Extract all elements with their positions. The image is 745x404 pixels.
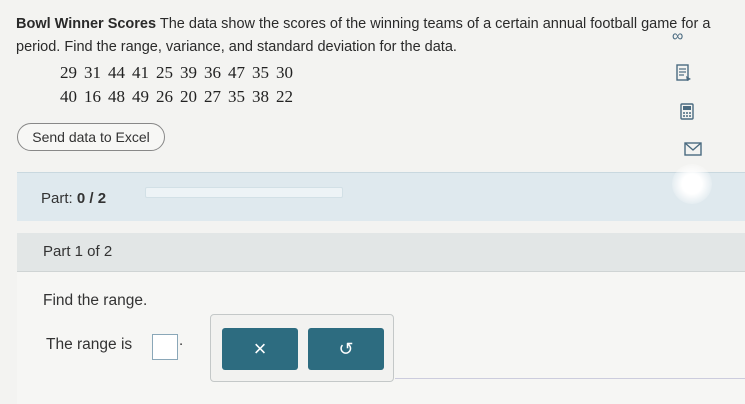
data-value: 44 <box>108 63 125 82</box>
part-progress-bar: Part: 0 / 2 <box>17 172 745 221</box>
data-value: 16 <box>84 87 101 106</box>
part-header: Part 1 of 2 <box>17 233 745 272</box>
data-value: 40 <box>60 87 77 106</box>
data-value: 35 <box>228 87 245 106</box>
data-value: 48 <box>108 87 125 106</box>
progress-track <box>145 187 343 198</box>
part-progress-label: Part: 0 / 2 <box>41 190 106 207</box>
send-to-excel-button[interactable]: Send data to Excel <box>17 123 165 151</box>
data-value: 39 <box>180 63 197 82</box>
data-value: 30 <box>276 63 293 82</box>
data-value: 41 <box>132 63 149 82</box>
notes-icon[interactable] <box>676 64 692 87</box>
answer-label: The range is <box>46 336 133 353</box>
question-area: Find the range. The range is . × ↺ <box>17 272 745 404</box>
clear-button[interactable]: × <box>222 328 298 370</box>
undo-button[interactable]: ↺ <box>308 328 384 370</box>
answer-tools-panel: × ↺ <box>210 314 394 382</box>
data-value: 20 <box>180 87 197 106</box>
data-value: 38 <box>252 87 269 106</box>
calculator-icon[interactable] <box>680 103 694 125</box>
data-value: 26 <box>156 87 173 106</box>
divider <box>395 378 745 379</box>
problem-title: Bowl Winner Scores <box>16 16 157 32</box>
data-value: 31 <box>84 63 101 82</box>
problem-statement: Bowl Winner Scores The data show the sco… <box>16 13 736 59</box>
infinity-icon[interactable]: ∞ <box>672 28 683 46</box>
data-value: 35 <box>252 63 269 82</box>
data-value: 36 <box>204 63 221 82</box>
question-prompt: Find the range. <box>43 292 148 309</box>
screen-glare <box>672 164 712 204</box>
range-answer-input[interactable] <box>152 334 178 360</box>
data-row-1: 29 31 44 41 25 39 36 47 35 30 <box>60 63 300 83</box>
data-value: 49 <box>132 87 149 106</box>
data-value: 22 <box>276 87 293 106</box>
data-value: 27 <box>204 87 221 106</box>
part-label: Part: <box>41 190 73 207</box>
part-progress-value: 0 / 2 <box>76 190 107 207</box>
message-icon[interactable] <box>684 142 702 161</box>
data-row-2: 40 16 48 49 26 20 27 35 38 22 <box>60 87 300 107</box>
data-value: 29 <box>60 63 77 82</box>
data-value: 25 <box>156 63 173 82</box>
data-value: 47 <box>228 63 245 82</box>
answer-suffix: . <box>179 332 184 349</box>
part-header-label: Part 1 of 2 <box>43 243 113 260</box>
